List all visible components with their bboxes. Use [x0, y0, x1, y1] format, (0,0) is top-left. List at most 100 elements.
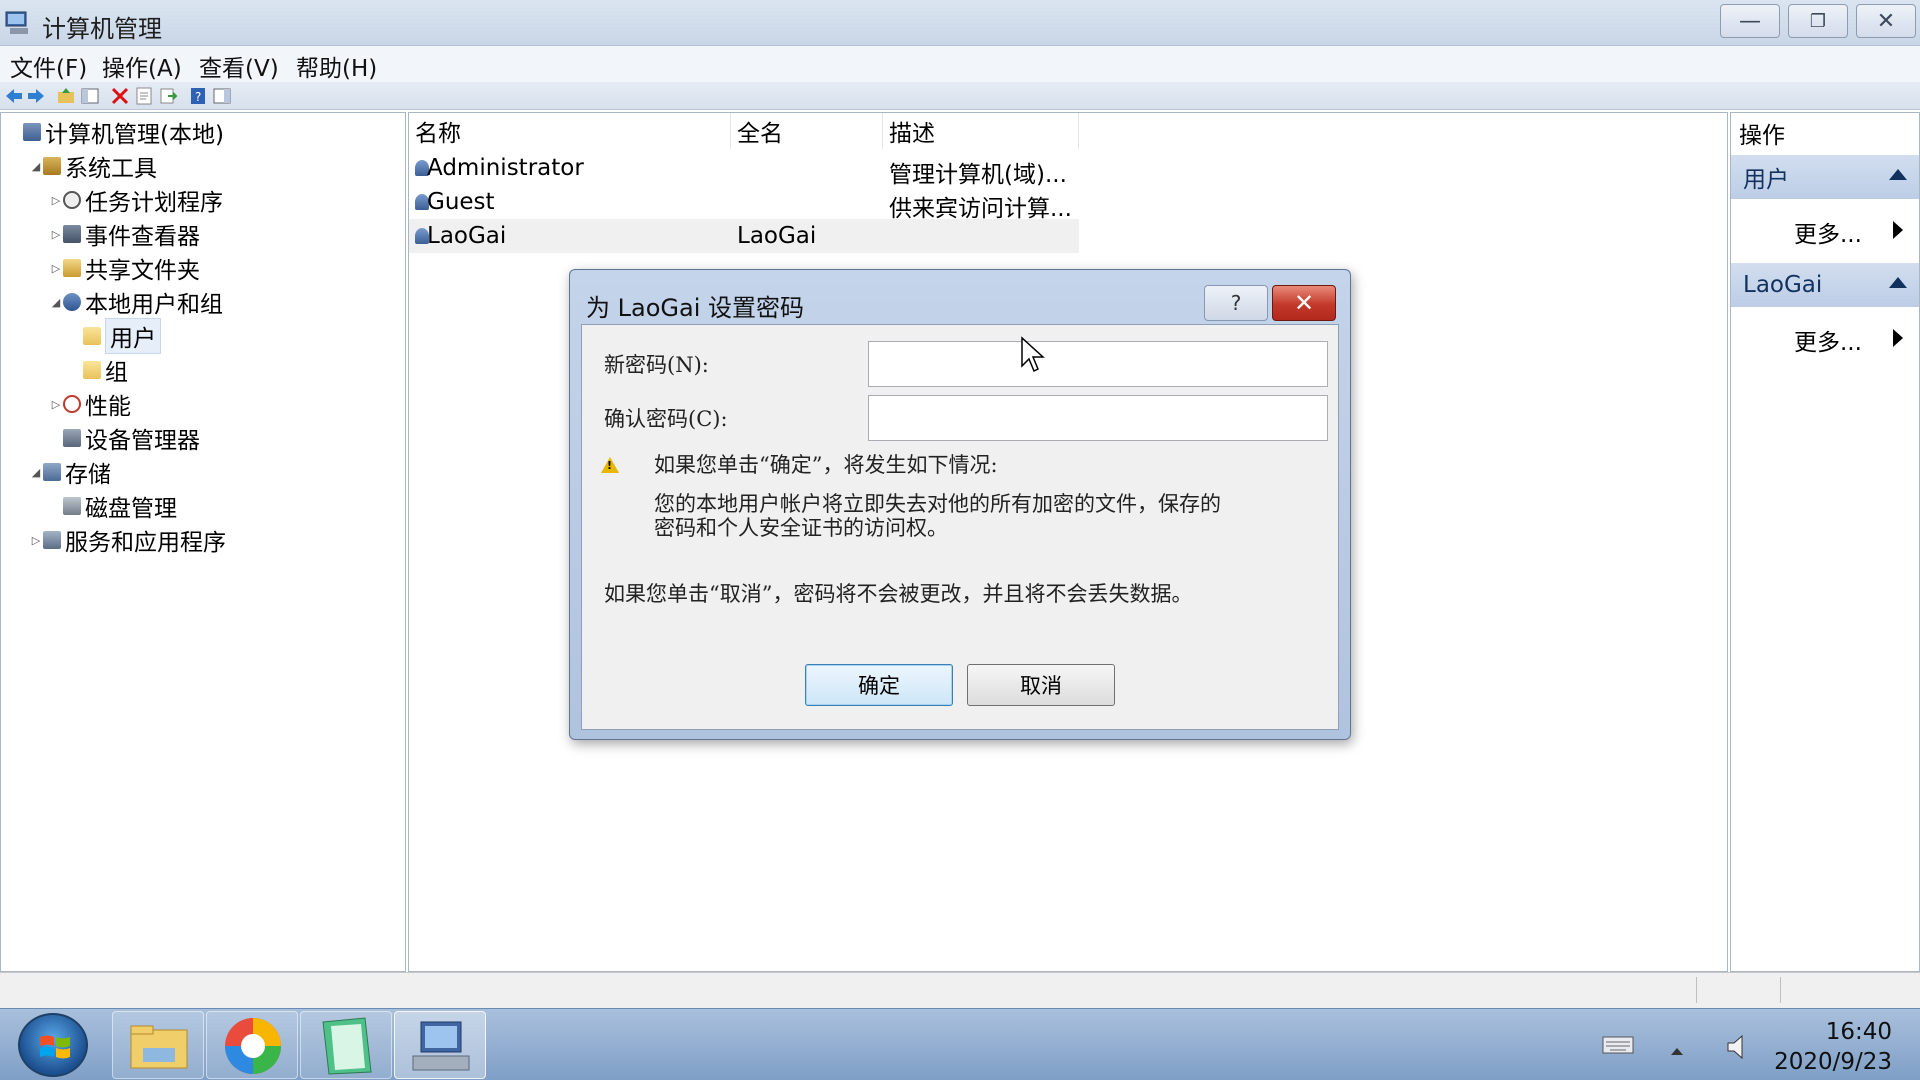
submenu-arrow-icon	[1893, 329, 1903, 347]
windows-logo-icon	[40, 1035, 70, 1059]
cancel-note: 如果您单击“取消”，密码将不会被更改，并且将不会丢失数据。	[604, 582, 1193, 606]
new-password-field[interactable]	[868, 341, 1328, 387]
properties-icon[interactable]	[134, 86, 154, 106]
ok-button[interactable]: 确定	[805, 664, 953, 706]
warning-heading: 如果您单击“确定”，将发生如下情况:	[654, 453, 998, 477]
table-row[interactable]: Administrator 管理计算机(域)...	[409, 151, 1079, 188]
dialog-close-button[interactable]: ✕	[1272, 285, 1336, 321]
expand-toggle-icon[interactable]: ▷	[49, 262, 63, 275]
cell-name: Guest	[427, 189, 495, 215]
computer-management-icon	[4, 8, 32, 36]
back-icon[interactable]	[4, 86, 24, 106]
console-tree: 计算机管理(本地) ◢ 系统工具 ▷ 任务计划程序 ▷ 事件查看器 ▷ 共享文件夹 ◢ 本地用户和组…	[0, 112, 406, 972]
tools-icon	[43, 157, 61, 175]
action-more-users[interactable]: 更多...	[1731, 209, 1919, 249]
mouse-cursor-icon	[1021, 336, 1045, 373]
cancel-button[interactable]: 取消	[967, 664, 1115, 706]
start-button[interactable]	[18, 1013, 88, 1077]
taskbar-clock[interactable]: 16:40 2020/9/23	[1774, 1017, 1892, 1077]
confirm-password-field[interactable]	[868, 395, 1328, 441]
action-section-users[interactable]: 用户	[1731, 155, 1919, 199]
dialog-body: 新密码(N): 确认密码(C): 如果您单击“确定”，将发生如下情况: 您的本地…	[581, 324, 1339, 730]
tree-node[interactable]: ▷ 共享文件夹	[49, 251, 200, 285]
expand-toggle-icon[interactable]: ▷	[29, 534, 43, 547]
tree-node[interactable]: ▷ 事件查看器	[49, 217, 200, 251]
cell-desc: 管理计算机(域)...	[889, 162, 1067, 188]
expand-toggle-icon[interactable]: ▷	[49, 228, 63, 241]
show-hidden-icons-icon[interactable]	[1670, 1041, 1684, 1060]
taskbar: 16:40 2020/9/23	[0, 1008, 1920, 1080]
expand-toggle-icon[interactable]: ▷	[49, 398, 63, 411]
tree-node[interactable]: 组	[69, 353, 128, 387]
tree-node[interactable]: 磁盘管理	[49, 489, 177, 523]
taskbar-browser[interactable]	[206, 1011, 298, 1079]
show-hide-tree-icon[interactable]	[80, 86, 100, 106]
cell-fullname: LaoGai	[737, 223, 817, 249]
services-icon	[43, 531, 61, 549]
taskbar-computer-management[interactable]	[394, 1011, 486, 1079]
expand-toggle-icon[interactable]: ◢	[29, 160, 43, 173]
tree-node-label: 计算机管理(本地)	[45, 122, 224, 148]
export-list-icon[interactable]	[158, 86, 178, 106]
table-row[interactable]: LaoGai LaoGai	[409, 219, 1079, 253]
restore-button[interactable]: ❐	[1788, 4, 1848, 38]
forward-icon[interactable]	[26, 86, 46, 106]
action-pane-icon[interactable]	[212, 86, 232, 106]
expand-toggle-icon[interactable]: ◢	[49, 296, 63, 309]
delete-icon[interactable]	[110, 86, 130, 106]
computer-icon	[23, 123, 41, 141]
help-icon[interactable]: ?	[188, 86, 208, 106]
svg-text:?: ?	[195, 90, 201, 104]
tree-node[interactable]: 用户	[69, 318, 161, 354]
tree-node-label: 事件查看器	[85, 224, 200, 250]
column-header-description[interactable]: 描述	[883, 113, 1079, 149]
menu-view[interactable]: 查看(V)	[199, 49, 279, 83]
action-section-title: LaoGai	[1743, 272, 1823, 298]
folder-icon	[83, 327, 101, 345]
disk-icon	[63, 497, 81, 515]
tree-node-label: 存储	[65, 462, 111, 488]
tree-node[interactable]: ▷ 任务计划程序	[49, 183, 223, 217]
tree-node-label: 服务和应用程序	[65, 530, 226, 556]
close-window-button[interactable]: ✕	[1856, 4, 1916, 38]
tree-node[interactable]: ▷ 服务和应用程序	[29, 523, 226, 557]
clock-date: 2020/9/23	[1774, 1049, 1892, 1075]
tree-node[interactable]: 计算机管理(本地)	[9, 115, 224, 149]
status-separator	[1780, 977, 1781, 1003]
tree-node[interactable]: ◢ 系统工具	[29, 149, 157, 183]
action-more-laogai[interactable]: 更多...	[1731, 317, 1919, 357]
tree-node[interactable]: ◢ 存储	[29, 455, 111, 489]
taskbar-notepad[interactable]	[300, 1011, 392, 1079]
device-manager-icon	[63, 429, 81, 447]
expand-toggle-icon[interactable]: ▷	[49, 194, 63, 207]
column-header-fullname[interactable]: 全名	[731, 113, 883, 149]
menu-help[interactable]: 帮助(H)	[296, 49, 377, 83]
expand-toggle-icon[interactable]: ◢	[29, 466, 43, 479]
minimize-button[interactable]: —	[1720, 4, 1780, 38]
tree-node-label: 用户	[105, 318, 161, 354]
tree-node[interactable]: ▷ 性能	[49, 387, 131, 421]
file-explorer-icon	[130, 1025, 188, 1069]
menu-action[interactable]: 操作(A)	[102, 49, 182, 83]
warning-line-2: 密码和个人安全证书的访问权。	[654, 516, 948, 540]
volume-icon[interactable]	[1726, 1033, 1748, 1065]
column-header-name[interactable]: 名称	[409, 113, 731, 149]
action-section-laogai[interactable]: LaoGai	[1731, 263, 1919, 307]
window-title: 计算机管理	[42, 15, 162, 43]
dialog-help-button[interactable]: ?	[1204, 285, 1268, 321]
actions-header: 操作	[1739, 123, 1785, 149]
storage-icon	[43, 463, 61, 481]
cell-name: Administrator	[427, 155, 584, 181]
tree-node-label: 设备管理器	[85, 428, 200, 454]
tree-node[interactable]: 设备管理器	[49, 421, 200, 455]
taskbar-file-explorer[interactable]	[112, 1011, 204, 1079]
browser-icon	[225, 1018, 281, 1074]
keyboard-icon[interactable]	[1602, 1035, 1634, 1059]
table-row[interactable]: Guest 供来宾访问计算...	[409, 185, 1079, 222]
up-folder-icon[interactable]	[56, 86, 76, 106]
minimize-icon: —	[1739, 8, 1761, 34]
tree-node[interactable]: ◢ 本地用户和组	[49, 285, 223, 319]
help-icon: ?	[1230, 291, 1242, 315]
menu-file[interactable]: 文件(F)	[10, 49, 87, 83]
action-section-title: 用户	[1743, 167, 1789, 193]
